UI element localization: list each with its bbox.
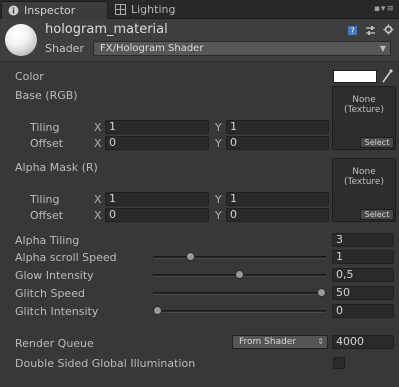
alpha-mask-tiling-y-axis: Y <box>215 193 222 206</box>
base-offset-label: Offset <box>30 137 64 150</box>
glitch-intensity-slider[interactable] <box>153 310 326 313</box>
alpha-mask-texture-type: (Texture) <box>344 177 384 187</box>
alpha-mask-offset-x-field[interactable]: 0 <box>105 208 209 222</box>
base-tiling-y-axis: Y <box>215 121 222 134</box>
double-sided-gi-label: Double Sided Global Illumination <box>15 357 196 370</box>
alpha-scroll-speed-label: Alpha scroll Speed <box>15 251 117 264</box>
preset-settings-icon[interactable] <box>365 25 376 36</box>
base-offset-x-field[interactable]: 0 <box>105 136 209 150</box>
glow-intensity-slider-thumb[interactable] <box>235 270 244 279</box>
base-offset-y-field[interactable]: 0 <box>226 136 329 150</box>
glow-intensity-label: Glow Intensity <box>15 269 94 282</box>
glow-intensity-field[interactable]: 0,5 <box>332 268 394 282</box>
render-queue-field[interactable]: 4000 <box>332 335 394 349</box>
base-texture-type: (Texture) <box>344 105 384 115</box>
alpha-mask-texture-slot[interactable]: None (Texture) Select <box>332 158 396 222</box>
alpha-mask-tiling-y-field[interactable]: 1 <box>226 192 329 206</box>
render-queue-dropdown[interactable]: From Shader ⇕ <box>232 335 328 349</box>
alpha-scroll-speed-field[interactable]: 1 <box>332 250 394 264</box>
material-preview-sphere <box>5 24 37 56</box>
alpha-mask-texture-none: None <box>352 167 376 177</box>
base-tiling-x-axis: X <box>94 121 102 134</box>
alpha-scroll-speed-slider[interactable] <box>153 256 326 259</box>
tab-lighting[interactable]: Lighting <box>113 1 175 19</box>
alpha-mask-label: Alpha Mask (R) <box>15 161 98 174</box>
alpha-mask-tiling-label: Tiling <box>30 193 60 206</box>
alpha-tiling-field[interactable]: 3 <box>332 233 394 247</box>
glitch-speed-label: Glitch Speed <box>15 287 85 300</box>
alpha-mask-tiling-x-axis: X <box>94 193 102 206</box>
double-sided-gi-checkbox[interactable] <box>333 357 345 369</box>
gear-icon[interactable] <box>383 24 394 35</box>
shader-dropdown[interactable]: FX/Hologram Shader ▼ <box>93 41 391 56</box>
color-label: Color <box>15 70 44 83</box>
tab-bar: Inspector Lighting ▪▾≡ <box>0 0 399 19</box>
lighting-grid-icon <box>115 4 126 15</box>
glitch-speed-slider-thumb[interactable] <box>317 288 326 297</box>
base-offset-y-axis: Y <box>215 137 222 150</box>
glitch-intensity-field[interactable]: 0 <box>332 304 394 318</box>
base-offset-x-axis: X <box>94 137 102 150</box>
tab-inspector-label: Inspector <box>24 4 76 17</box>
glitch-intensity-slider-thumb[interactable] <box>153 306 162 315</box>
color-swatch[interactable] <box>333 70 377 83</box>
base-select-button[interactable]: Select <box>360 137 394 148</box>
alpha-mask-offset-y-axis: Y <box>215 209 222 222</box>
shader-value: FX/Hologram Shader <box>100 43 204 54</box>
panel-menu-icon[interactable]: ▪▾≡ <box>374 4 395 14</box>
base-texture-label: Base (RGB) <box>15 89 78 102</box>
render-queue-dropdown-value: From Shader <box>239 337 297 347</box>
material-header: hologram_material Shader FX/Hologram Sha… <box>0 19 399 62</box>
eyedropper-icon[interactable] <box>381 69 393 83</box>
glitch-speed-slider[interactable] <box>153 292 326 295</box>
alpha-mask-select-button[interactable]: Select <box>360 209 394 220</box>
material-name: hologram_material <box>45 22 168 37</box>
alpha-mask-offset-label: Offset <box>30 209 64 222</box>
glitch-intensity-label: Glitch Intensity <box>15 305 99 318</box>
chevron-down-icon: ▼ <box>379 44 386 53</box>
material-properties: Color Base (RGB) None (Texture) Select T… <box>0 63 399 387</box>
glitch-speed-field[interactable]: 50 <box>332 286 394 300</box>
updown-arrows-icon: ⇕ <box>317 337 324 346</box>
alpha-mask-offset-y-field[interactable]: 0 <box>226 208 329 222</box>
alpha-tiling-label: Alpha Tiling <box>15 234 80 247</box>
help-book-icon[interactable]: ? <box>347 25 358 36</box>
base-texture-none: None <box>352 95 376 105</box>
svg-text:?: ? <box>350 27 354 36</box>
alpha-mask-offset-x-axis: X <box>94 209 102 222</box>
render-queue-label: Render Queue <box>15 337 94 350</box>
info-icon <box>8 5 19 16</box>
tab-inspector[interactable]: Inspector <box>1 1 108 19</box>
base-tiling-label: Tiling <box>30 121 60 134</box>
tab-lighting-label: Lighting <box>131 3 176 16</box>
shader-label: Shader <box>45 42 84 55</box>
base-tiling-x-field[interactable]: 1 <box>105 120 209 134</box>
base-texture-slot[interactable]: None (Texture) Select <box>332 86 396 150</box>
alpha-scroll-speed-slider-thumb[interactable] <box>185 252 195 261</box>
base-tiling-y-field[interactable]: 1 <box>226 120 329 134</box>
alpha-mask-tiling-x-field[interactable]: 1 <box>105 192 209 206</box>
